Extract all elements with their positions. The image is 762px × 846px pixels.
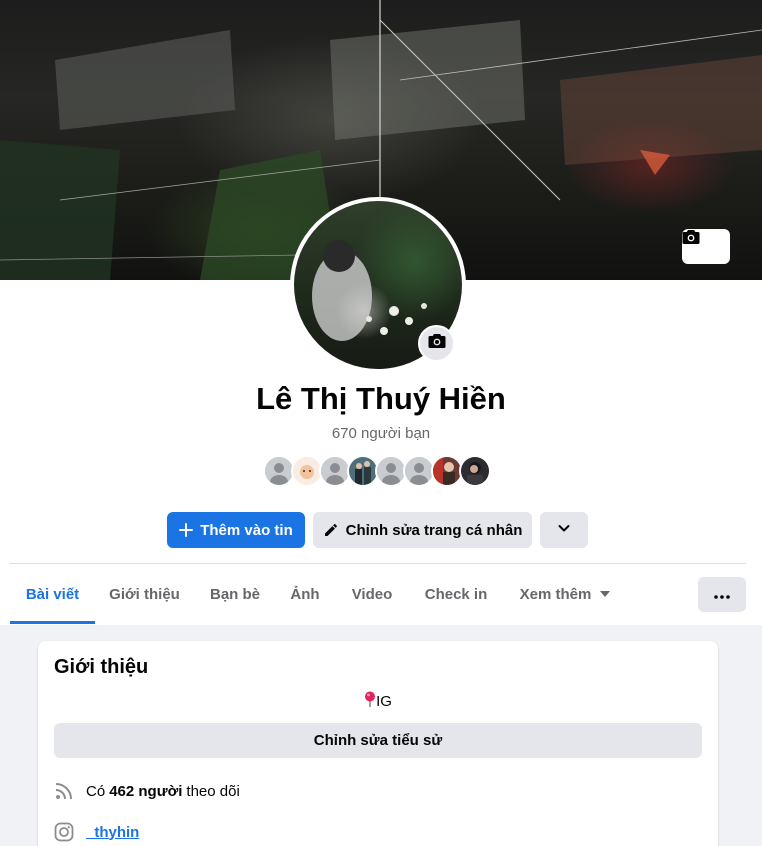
edit-bio-button[interactable]: Chỉnh sửa tiểu sử [54, 723, 702, 758]
tab-see-more[interactable]: Xem thêm [510, 564, 620, 624]
active-tab-indicator [10, 621, 95, 624]
profile-options-button[interactable] [698, 577, 746, 612]
friend-avatars-row [263, 455, 503, 487]
followers-prefix: Có [86, 782, 106, 800]
edit-cover-photo-button[interactable] [682, 229, 730, 264]
intro-card: Giới thiệu IG Chỉnh sửa tiểu sử Có 462 n… [38, 641, 718, 846]
profile-tabs: Bài viết Giới thiệu Bạn bè Ảnh Video Che… [10, 564, 746, 624]
tab-videos[interactable]: Video [342, 564, 402, 624]
friend-avatar[interactable] [459, 455, 491, 487]
chevron-down-icon [557, 521, 571, 539]
friends-count-link[interactable]: 670 người bạn [0, 425, 762, 442]
profile-name: Lê Thị Thuý Hiền [256, 381, 506, 416]
edit-profile-label: Chỉnh sửa trang cá nhân [345, 521, 523, 539]
tab-friends[interactable]: Bạn bè [200, 564, 270, 624]
intro-bio: IG [38, 691, 718, 711]
tab-label: Giới thiệu [109, 585, 180, 603]
add-to-story-label: Thêm vào tin [200, 521, 293, 539]
followers-count-link[interactable]: 462 người [109, 783, 182, 800]
tab-photos[interactable]: Ảnh [282, 564, 328, 624]
tab-label: Bài viết [25, 585, 80, 603]
camera-icon [428, 333, 446, 354]
tab-about[interactable]: Giới thiệu [102, 564, 187, 624]
pencil-icon [323, 522, 339, 538]
followers-suffix: theo dõi [186, 782, 240, 800]
add-to-story-button[interactable]: Thêm vào tin [167, 512, 305, 548]
tab-label: Check in [424, 585, 488, 603]
tab-check-in[interactable]: Check in [415, 564, 497, 624]
followers-row: Có 462 người theo dõi [54, 780, 240, 802]
more-actions-button[interactable] [540, 512, 588, 548]
tab-label: Video [351, 585, 393, 603]
instagram-row: _thyhin [54, 821, 139, 843]
caret-down-icon [600, 591, 611, 597]
tab-label: Xem thêm [519, 585, 592, 603]
edit-bio-label: Chỉnh sửa tiểu sử [313, 732, 443, 749]
tab-posts[interactable]: Bài viết [10, 564, 95, 624]
round-pushpin-icon [364, 691, 376, 711]
rss-icon [54, 781, 74, 801]
plus-icon [179, 523, 194, 537]
edit-profile-picture-button[interactable] [418, 325, 455, 362]
tab-label: Ảnh [290, 585, 320, 603]
edit-profile-button[interactable]: Chỉnh sửa trang cá nhân [313, 512, 532, 548]
intro-title: Giới thiệu [54, 656, 149, 678]
ellipsis-icon [714, 586, 730, 604]
instagram-icon [54, 822, 74, 842]
tab-label: Bạn bè [209, 585, 260, 603]
instagram-link[interactable]: _thyhin [86, 824, 139, 841]
intro-bio-text: IG [376, 693, 392, 710]
profile-header: Lê Thị Thuý Hiền 670 người bạn Thêm vào … [0, 0, 762, 625]
